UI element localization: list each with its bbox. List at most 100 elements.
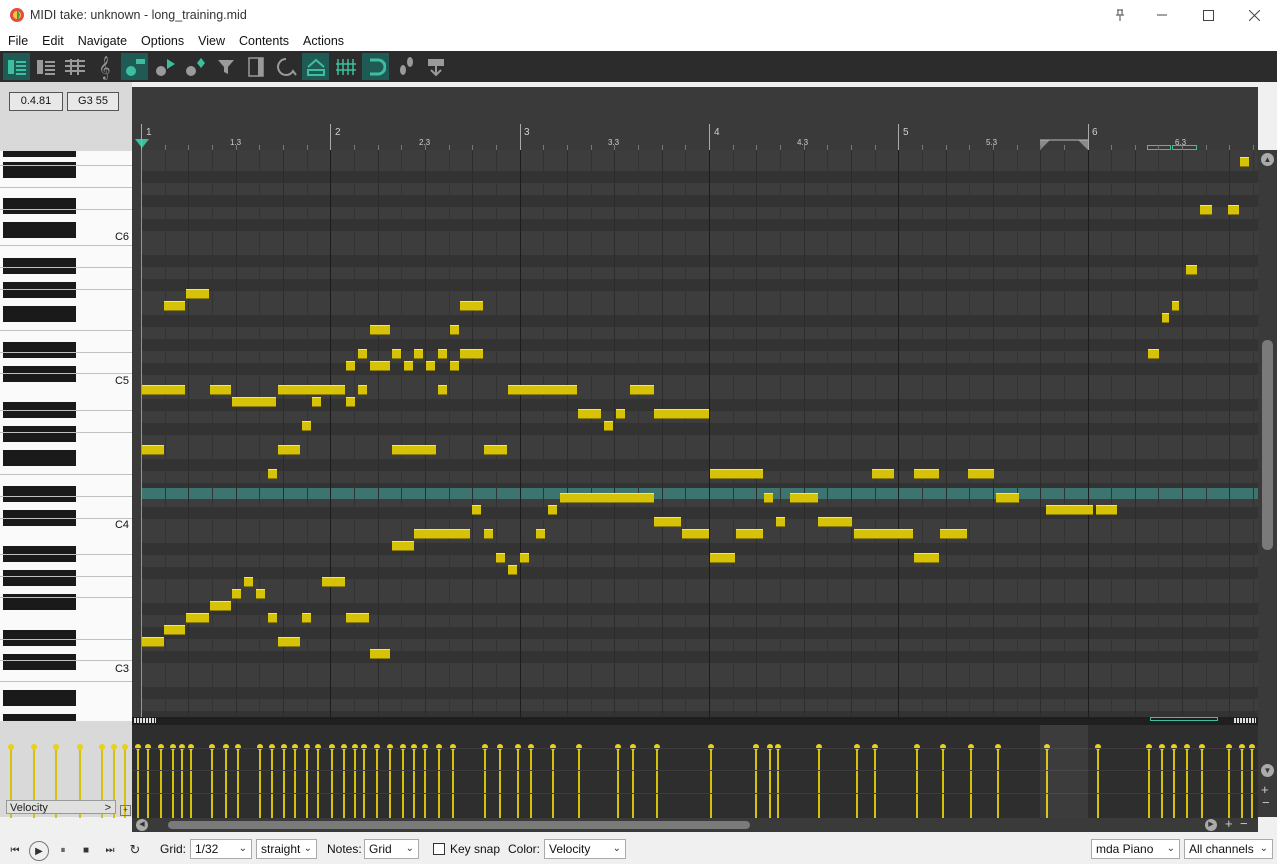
zoom-out-icon[interactable]: − <box>1262 795 1270 810</box>
midi-note[interactable] <box>186 613 209 623</box>
midi-note[interactable] <box>710 469 763 479</box>
velocity-handle[interactable] <box>361 744 367 750</box>
velocity-handle[interactable] <box>995 744 1001 750</box>
velocity-bar[interactable] <box>517 747 519 818</box>
velocity-bar[interactable] <box>294 747 296 818</box>
velocity-bar[interactable] <box>1148 747 1150 818</box>
velocity-bar[interactable] <box>1161 747 1163 818</box>
midi-note[interactable] <box>142 445 164 455</box>
velocity-bar[interactable] <box>818 747 820 818</box>
velocity-handle[interactable] <box>374 744 380 750</box>
divider-grip-right[interactable] <box>1234 718 1256 723</box>
cc-lane-selector[interactable]: Velocity > <box>6 800 116 814</box>
midi-note[interactable] <box>450 325 459 335</box>
quantize-button[interactable] <box>272 53 299 80</box>
select-note-button[interactable] <box>151 53 178 80</box>
velocity-bar[interactable] <box>997 747 999 818</box>
velocity-bar[interactable] <box>656 747 658 818</box>
midi-note[interactable] <box>438 385 447 395</box>
midi-note[interactable] <box>142 637 164 647</box>
scroll-thumb[interactable] <box>1262 340 1273 550</box>
midi-note[interactable] <box>764 493 773 503</box>
lane-divider[interactable] <box>132 717 1258 725</box>
midi-note[interactable] <box>346 613 369 623</box>
piano-roll-view-button[interactable] <box>3 53 30 80</box>
cc-link-button[interactable] <box>302 53 329 80</box>
velocity-handle[interactable] <box>1199 744 1205 750</box>
velocity-handle[interactable] <box>497 744 503 750</box>
midi-note[interactable] <box>1162 313 1169 323</box>
midi-note[interactable] <box>370 649 390 659</box>
midi-note[interactable] <box>268 469 277 479</box>
midi-note[interactable] <box>484 445 507 455</box>
midi-note[interactable] <box>578 409 601 419</box>
menu-options[interactable]: Options <box>141 34 184 48</box>
velocity-bar[interactable] <box>777 747 779 818</box>
hzoom-in-icon[interactable]: + <box>1225 816 1233 831</box>
velocity-handle[interactable] <box>257 744 263 750</box>
velocity-handle[interactable] <box>400 744 406 750</box>
midi-note[interactable] <box>210 601 231 611</box>
velocity-handle[interactable] <box>223 744 229 750</box>
midi-note[interactable] <box>256 589 265 599</box>
velocity-bar[interactable] <box>211 747 213 818</box>
midi-note[interactable] <box>1096 505 1117 515</box>
velocity-handle[interactable] <box>914 744 920 750</box>
midi-note[interactable] <box>616 409 625 419</box>
piano-roll-editor[interactable]: 1 2 3 4 5 6 1.3 2.3 3.3 4.3 5.3 6.3 <box>132 87 1258 717</box>
midi-note[interactable] <box>142 385 185 395</box>
velocity-handle[interactable] <box>654 744 660 750</box>
horizontal-scrollbar[interactable]: ◀ ▶ + − <box>132 816 1258 832</box>
maximize-button[interactable] <box>1185 0 1231 30</box>
velocity-handle[interactable] <box>1226 744 1232 750</box>
minimize-button[interactable] <box>1139 0 1185 30</box>
scroll-down-icon[interactable]: ▼ <box>1261 764 1274 777</box>
midi-note[interactable] <box>358 349 367 359</box>
velocity-bar[interactable] <box>1251 747 1253 818</box>
midi-note[interactable] <box>164 625 185 635</box>
velocity-bar[interactable] <box>190 747 192 818</box>
velocity-bar[interactable] <box>1241 747 1243 818</box>
velocity-bar[interactable] <box>530 747 532 818</box>
velocity-handle[interactable] <box>292 744 298 750</box>
black-key[interactable] <box>3 151 76 157</box>
velocity-handle[interactable] <box>269 744 275 750</box>
velocity-bar[interactable] <box>874 747 876 818</box>
velocity-handle[interactable] <box>145 744 151 750</box>
velocity-handle[interactable] <box>315 744 321 750</box>
scroll-left-icon[interactable]: ◀ <box>136 819 148 831</box>
media-item-lane-button[interactable] <box>242 53 269 80</box>
velocity-bar[interactable] <box>617 747 619 818</box>
velocity-bar[interactable] <box>552 747 554 818</box>
velocity-handle[interactable] <box>872 744 878 750</box>
midi-note[interactable] <box>484 529 493 539</box>
midi-note[interactable] <box>210 385 231 395</box>
velocity-handle[interactable] <box>352 744 358 750</box>
velocity-bar[interactable] <box>499 747 501 818</box>
velocity-bar[interactable] <box>343 747 345 818</box>
velocity-bar[interactable] <box>225 747 227 818</box>
midi-note[interactable] <box>790 493 818 503</box>
velocity-handle[interactable] <box>111 744 117 750</box>
black-key[interactable] <box>3 306 76 322</box>
velocity-bar[interactable] <box>181 747 183 818</box>
velocity-handle[interactable] <box>135 744 141 750</box>
menu-actions[interactable]: Actions <box>303 34 344 48</box>
midi-note[interactable] <box>392 445 436 455</box>
velocity-bar[interactable] <box>413 747 415 818</box>
velocity-handle[interactable] <box>209 744 215 750</box>
menu-edit[interactable]: Edit <box>42 34 64 48</box>
velocity-bar[interactable] <box>1228 747 1230 818</box>
velocity-handle[interactable] <box>775 744 781 750</box>
velocity-handle[interactable] <box>411 744 417 750</box>
midi-note[interactable] <box>1172 301 1179 311</box>
midi-note[interactable] <box>996 493 1019 503</box>
midi-note[interactable] <box>370 361 390 371</box>
velocity-handle[interactable] <box>158 744 164 750</box>
velocity-handle[interactable] <box>482 744 488 750</box>
scroll-right-icon[interactable]: ▶ <box>1205 819 1217 831</box>
velocity-bar[interactable] <box>259 747 261 818</box>
velocity-bar[interactable] <box>172 747 174 818</box>
midi-note[interactable] <box>1186 265 1197 275</box>
velocity-bar[interactable] <box>376 747 378 818</box>
